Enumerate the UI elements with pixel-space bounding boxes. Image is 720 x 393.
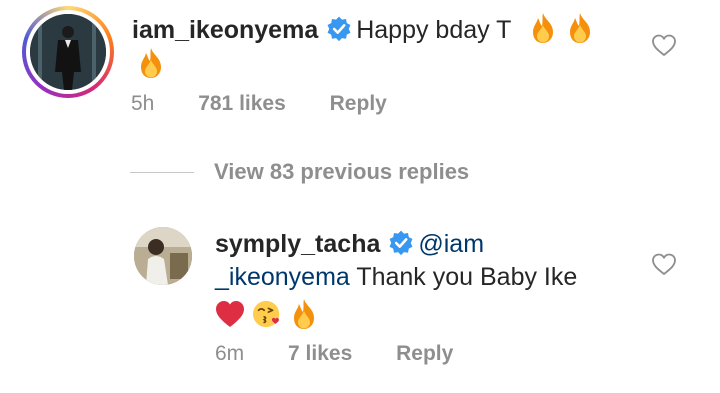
reply-likes-count[interactable]: 7 likes	[288, 342, 352, 365]
comment-reply-button[interactable]: Reply	[330, 92, 387, 115]
like-reply-heart-icon[interactable]	[651, 252, 677, 276]
face-blowing-kiss-emoji	[252, 298, 282, 330]
replier-avatar[interactable]	[134, 227, 192, 285]
fire-emoji	[289, 298, 319, 330]
replies-divider-line	[130, 172, 194, 173]
commenter-avatar	[30, 14, 106, 90]
fire-emoji	[565, 12, 595, 44]
fire-emoji	[528, 12, 558, 44]
comment-meta: 5h 781 likes Reply	[131, 92, 387, 116]
commenter-username[interactable]: iam_ikeonyema	[132, 16, 318, 44]
reply-text: Thank you Baby Ike	[356, 263, 578, 291]
mention-link-continued[interactable]: _ikeonyema	[215, 263, 350, 291]
fire-emoji	[136, 47, 166, 79]
like-comment-heart-icon[interactable]	[651, 33, 677, 57]
reply-body: symply_tacha @iam _ikeonyema Thank you Ba…	[215, 228, 635, 333]
replier-username[interactable]: symply_tacha	[215, 230, 380, 258]
mention-link[interactable]: @iam	[418, 230, 484, 258]
reply-meta: 6m 7 likes Reply	[215, 342, 453, 366]
comment-text: Happy bday T	[356, 16, 511, 44]
red-heart-emoji	[215, 298, 245, 330]
comment-body: iam_ikeonyema Happy bday T	[132, 12, 632, 82]
comment-likes-count[interactable]: 781 likes	[198, 92, 286, 115]
reply-timestamp: 6m	[215, 342, 245, 365]
reply-reply-button[interactable]: Reply	[396, 342, 453, 365]
comment-timestamp: 5h	[131, 92, 155, 115]
commenter-avatar-story-ring[interactable]	[22, 6, 114, 98]
verified-badge-icon	[326, 16, 352, 42]
verified-badge-icon	[388, 230, 414, 256]
view-previous-replies-button[interactable]: View 83 previous replies	[214, 159, 469, 185]
